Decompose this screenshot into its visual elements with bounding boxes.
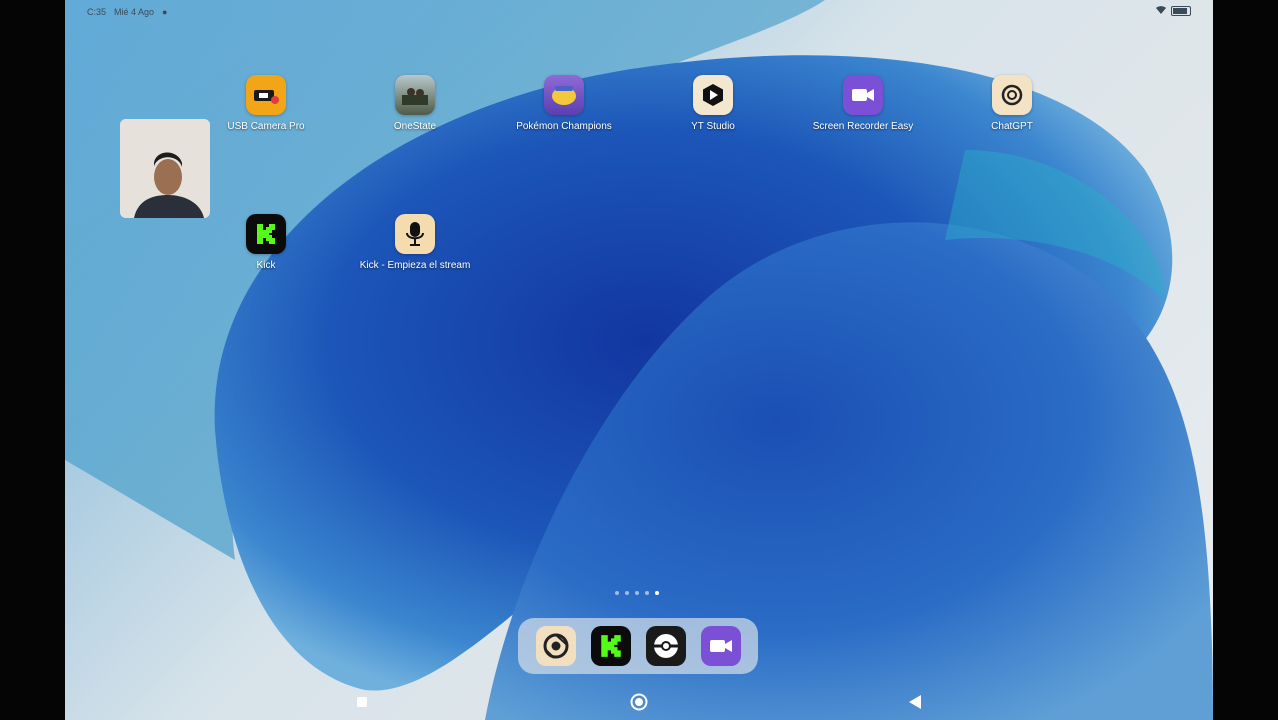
recents-button[interactable] <box>352 692 372 712</box>
chrome-icon[interactable] <box>535 626 576 666</box>
usb-camera-icon <box>246 75 286 115</box>
pokeball-icon[interactable] <box>645 626 686 666</box>
letterbox-left <box>0 0 65 720</box>
webcam-overlay <box>120 119 210 218</box>
page-dot[interactable] <box>615 591 619 595</box>
battery-icon <box>1171 6 1191 16</box>
app-label: ChatGPT <box>991 121 1033 132</box>
onestate-icon <box>395 75 435 115</box>
app-label: Pokémon Champions <box>516 121 612 132</box>
app-kick[interactable]: Kick <box>201 214 331 271</box>
home-screen: C:35 Mié 4 Ago ● USB Camera Pro OneState… <box>65 0 1213 720</box>
screen-recorder-icon[interactable] <box>700 626 741 666</box>
pokemon-icon <box>544 75 584 115</box>
kick-icon <box>246 214 286 254</box>
dock <box>518 618 758 674</box>
date: Mié 4 Ago <box>114 7 155 17</box>
kick-icon[interactable] <box>590 626 631 666</box>
app-label: Kick - Empieza el stream <box>359 260 471 271</box>
app-label: Kick <box>256 260 276 271</box>
app-label: Screen Recorder Easy <box>812 121 914 132</box>
screen-recorder-icon <box>843 75 883 115</box>
app-onestate[interactable]: OneState <box>350 75 480 132</box>
app-label: YT Studio <box>691 121 735 132</box>
page-dot[interactable] <box>625 591 629 595</box>
clock: C:35 <box>87 7 107 17</box>
notification-icon: ● <box>162 7 168 17</box>
wifi-icon <box>1156 6 1166 16</box>
status-bar: C:35 Mié 4 Ago ● <box>65 0 1213 24</box>
letterbox-right <box>1213 0 1278 720</box>
microphone-icon <box>395 214 435 254</box>
app-pokemon-champions[interactable]: Pokémon Champions <box>499 75 629 132</box>
yt-studio-icon <box>693 75 733 115</box>
app-kick-empieza-el-stream[interactable]: Kick - Empieza el stream <box>350 214 480 271</box>
app-yt-studio[interactable]: YT Studio <box>648 75 778 132</box>
chatgpt-icon <box>992 75 1032 115</box>
app-usb-camera-pro[interactable]: USB Camera Pro <box>201 75 331 132</box>
page-dot[interactable] <box>645 591 649 595</box>
home-button[interactable] <box>629 692 649 712</box>
navigation-bar <box>65 684 1213 720</box>
app-label: USB Camera Pro <box>227 121 305 132</box>
app-label: OneState <box>393 121 437 132</box>
page-indicator <box>615 591 659 595</box>
back-button[interactable] <box>905 692 925 712</box>
app-chatgpt[interactable]: ChatGPT <box>947 75 1077 132</box>
app-screen-recorder-easy[interactable]: Screen Recorder Easy <box>798 75 928 132</box>
page-dot-active[interactable] <box>655 591 659 595</box>
page-dot[interactable] <box>635 591 639 595</box>
